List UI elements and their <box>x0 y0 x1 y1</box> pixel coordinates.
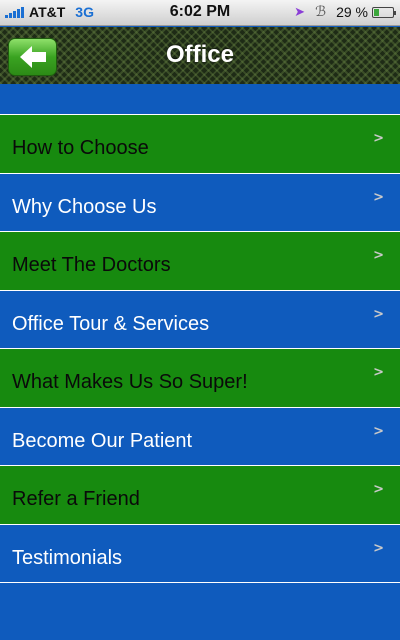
chevron-right-icon: > <box>373 540 384 556</box>
menu-item-label: Meet The Doctors <box>12 254 171 277</box>
menu-item-testimonials[interactable]: Testimonials > <box>0 523 400 582</box>
location-arrow-icon: ➤ <box>294 4 306 19</box>
battery-fill <box>374 8 380 16</box>
menu-item-label: Testimonials <box>12 546 123 569</box>
page-title: Office <box>165 41 234 68</box>
menu-item-label: Why Choose Us <box>12 195 157 218</box>
status-right: ➤ ℬ 29 % <box>294 4 396 20</box>
chevron-right-icon: > <box>373 482 384 497</box>
chevron-right-icon: > <box>373 365 384 380</box>
battery-percent: 29 % <box>336 4 368 20</box>
menu-item-why-choose-us[interactable]: Why Choose Us > <box>0 172 400 231</box>
bluetooth-icon: ℬ <box>315 4 327 20</box>
menu-item-label: What Makes Us So Super! <box>12 371 248 394</box>
menu-item-label: Become Our Patient <box>12 429 193 452</box>
status-bar: AT&T 3G 6:02 PM ➤ ℬ 29 % <box>0 0 400 26</box>
navigation-bar: Office <box>0 27 400 84</box>
chevron-right-icon: > <box>373 131 384 146</box>
menu-item-become-our-patient[interactable]: Become Our Patient > <box>0 406 400 465</box>
menu-bottom-area <box>0 582 400 639</box>
header-spacer <box>0 84 400 114</box>
battery-icon <box>372 6 396 18</box>
menu-item-meet-the-doctors[interactable]: Meet The Doctors > <box>0 231 400 290</box>
menu-item-label: Refer a Friend <box>12 488 140 511</box>
chevron-right-icon: > <box>373 189 384 205</box>
menu-item-refer-a-friend[interactable]: Refer a Friend > <box>0 465 400 524</box>
menu-item-what-makes-us-super[interactable]: What Makes Us So Super! > <box>0 348 400 407</box>
menu-item-label: How to Choose <box>12 137 149 160</box>
menu-item-label: Office Tour & Services <box>12 312 210 335</box>
menu-list: How to Choose > Why Choose Us > Meet The… <box>0 114 400 639</box>
chevron-right-icon: > <box>373 306 384 322</box>
menu-item-office-tour[interactable]: Office Tour & Services > <box>0 289 400 348</box>
chevron-right-icon: > <box>373 423 384 439</box>
chevron-right-icon: > <box>373 248 384 263</box>
menu-item-how-to-choose[interactable]: How to Choose > <box>0 114 400 173</box>
